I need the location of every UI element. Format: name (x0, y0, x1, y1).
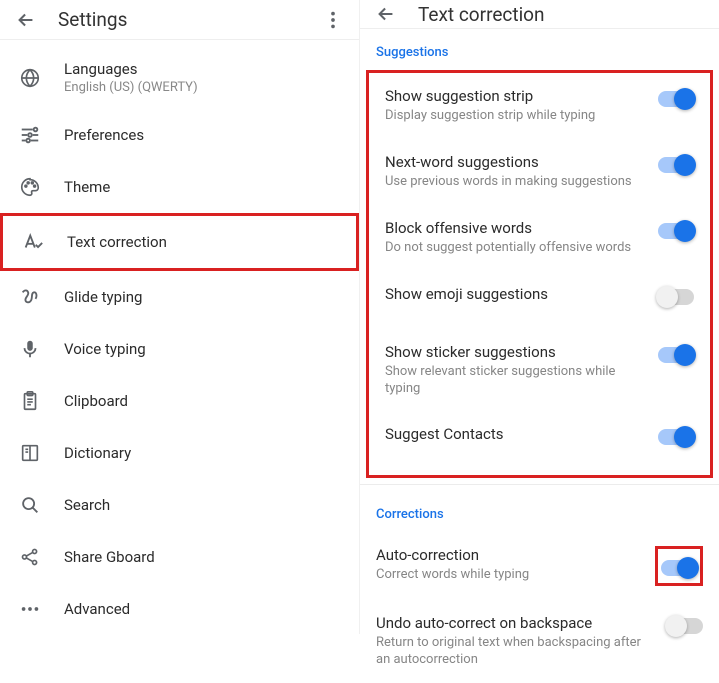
settings-scroll: Suggestions Show suggestion strip Display… (360, 29, 719, 683)
setting-title: Show suggestion strip (385, 87, 646, 105)
toggle-switch[interactable] (658, 289, 694, 305)
menu-item-theme[interactable]: Theme (0, 161, 359, 213)
toggle-switch[interactable] (658, 347, 694, 363)
mic-icon (18, 337, 42, 361)
setting-subtitle: Do not suggest potentially offensive wor… (385, 240, 646, 257)
text-correction-pane: Text correction Suggestions Show suggest… (360, 0, 719, 634)
section-heading-corrections: Corrections (360, 491, 719, 532)
menu-item-share-gboard[interactable]: Share Gboard (0, 531, 359, 583)
menu-item-label: Share Gboard (64, 548, 155, 566)
setting-row-show-suggestion-strip[interactable]: Show suggestion strip Display suggestion … (369, 73, 710, 139)
menu-item-label: Preferences (64, 126, 144, 144)
share-icon (18, 545, 42, 569)
menu-item-subtitle: English (US) (QWERTY) (64, 80, 198, 95)
setting-row-suggest-contacts[interactable]: Suggest Contacts (369, 411, 710, 469)
setting-title: Block offensive words (385, 219, 646, 237)
menu-item-label: Dictionary (64, 444, 131, 462)
toggle-switch[interactable] (658, 157, 694, 173)
setting-row-auto-correction[interactable]: Auto-correction Correct words while typin… (360, 532, 719, 600)
menu-item-dictionary[interactable]: Dictionary (0, 427, 359, 479)
settings-title: Settings (58, 8, 127, 31)
palette-icon (18, 175, 42, 199)
back-button[interactable] (372, 0, 400, 28)
settings-header: Settings (0, 0, 359, 40)
book-icon (18, 441, 42, 465)
menu-item-label: Text correction (67, 233, 167, 251)
menu-item-label: Clipboard (64, 392, 128, 410)
menu-item-label: Theme (64, 178, 110, 196)
setting-title: Show sticker suggestions (385, 343, 646, 361)
menu-item-label: Search (64, 496, 110, 514)
setting-row-next-word-suggestions[interactable]: Next-word suggestions Use previous words … (369, 139, 710, 205)
menu-item-preferences[interactable]: Preferences (0, 109, 359, 161)
menu-item-glide-typing[interactable]: Glide typing (0, 271, 359, 323)
toggle-switch[interactable] (658, 91, 694, 107)
arrow-back-icon (15, 9, 37, 31)
arrow-back-icon (375, 3, 397, 25)
menu-item-label: Voice typing (64, 340, 146, 358)
clipboard-icon (18, 389, 42, 413)
toggle-switch[interactable] (658, 429, 694, 445)
text-correction-title: Text correction (418, 3, 545, 26)
section-divider (360, 484, 719, 485)
tune-icon (18, 123, 42, 147)
setting-subtitle: Correct words while typing (376, 567, 643, 584)
suggestions-highlight-box: Show suggestion strip Display suggestion … (366, 70, 713, 478)
setting-subtitle: Display suggestion strip while typing (385, 108, 646, 125)
setting-row-undo-auto-correct-on-backspace[interactable]: Undo auto-correct on backspace Return to … (360, 600, 719, 683)
menu-item-label: Languages (64, 60, 198, 78)
toggle-switch[interactable] (658, 223, 694, 239)
menu-item-text-correction[interactable]: Text correction (0, 213, 359, 271)
setting-subtitle: Use previous words in making suggestions (385, 174, 646, 191)
setting-title: Suggest Contacts (385, 425, 646, 443)
setting-row-block-offensive-words[interactable]: Block offensive words Do not suggest pote… (369, 205, 710, 271)
overflow-menu-button[interactable] (319, 6, 347, 34)
menu-item-advanced[interactable]: Advanced (0, 583, 359, 634)
setting-row-show-sticker-suggestions[interactable]: Show sticker suggestions Show relevant st… (369, 329, 710, 412)
corrections-group: Auto-correction Correct words while typin… (360, 532, 719, 683)
menu-item-voice-typing[interactable]: Voice typing (0, 323, 359, 375)
setting-row-show-emoji-suggestions[interactable]: Show emoji suggestions (369, 271, 710, 329)
toggle-highlight-box (655, 546, 703, 586)
back-button[interactable] (12, 6, 40, 34)
setting-subtitle: Return to original text when backspacing… (376, 635, 655, 669)
toggle-switch[interactable] (661, 560, 697, 576)
setting-title: Show emoji suggestions (385, 285, 646, 303)
settings-pane: Settings Languages English (US) (QWERTY) P… (0, 0, 360, 634)
setting-subtitle: Show relevant sticker suggestions while … (385, 364, 646, 398)
more-vert-icon (322, 9, 344, 31)
setting-title: Undo auto-correct on backspace (376, 614, 655, 632)
menu-item-search[interactable]: Search (0, 479, 359, 531)
section-heading-suggestions: Suggestions (360, 29, 719, 70)
menu-item-label: Advanced (64, 600, 130, 618)
menu-item-languages[interactable]: Languages English (US) (QWERTY) (0, 46, 359, 109)
suggestions-group: Show suggestion strip Display suggestion … (369, 73, 710, 475)
setting-title: Auto-correction (376, 546, 643, 564)
text-correction-header: Text correction (360, 0, 719, 29)
toggle-switch[interactable] (667, 618, 703, 634)
search-icon (18, 493, 42, 517)
menu-item-label: Glide typing (64, 288, 142, 306)
gesture-icon (18, 285, 42, 309)
settings-menu-list: Languages English (US) (QWERTY) Preference… (0, 40, 359, 634)
text-correct-icon (21, 230, 45, 254)
setting-title: Next-word suggestions (385, 153, 646, 171)
menu-item-clipboard[interactable]: Clipboard (0, 375, 359, 427)
globe-icon (18, 66, 42, 90)
dots-icon (18, 597, 42, 621)
